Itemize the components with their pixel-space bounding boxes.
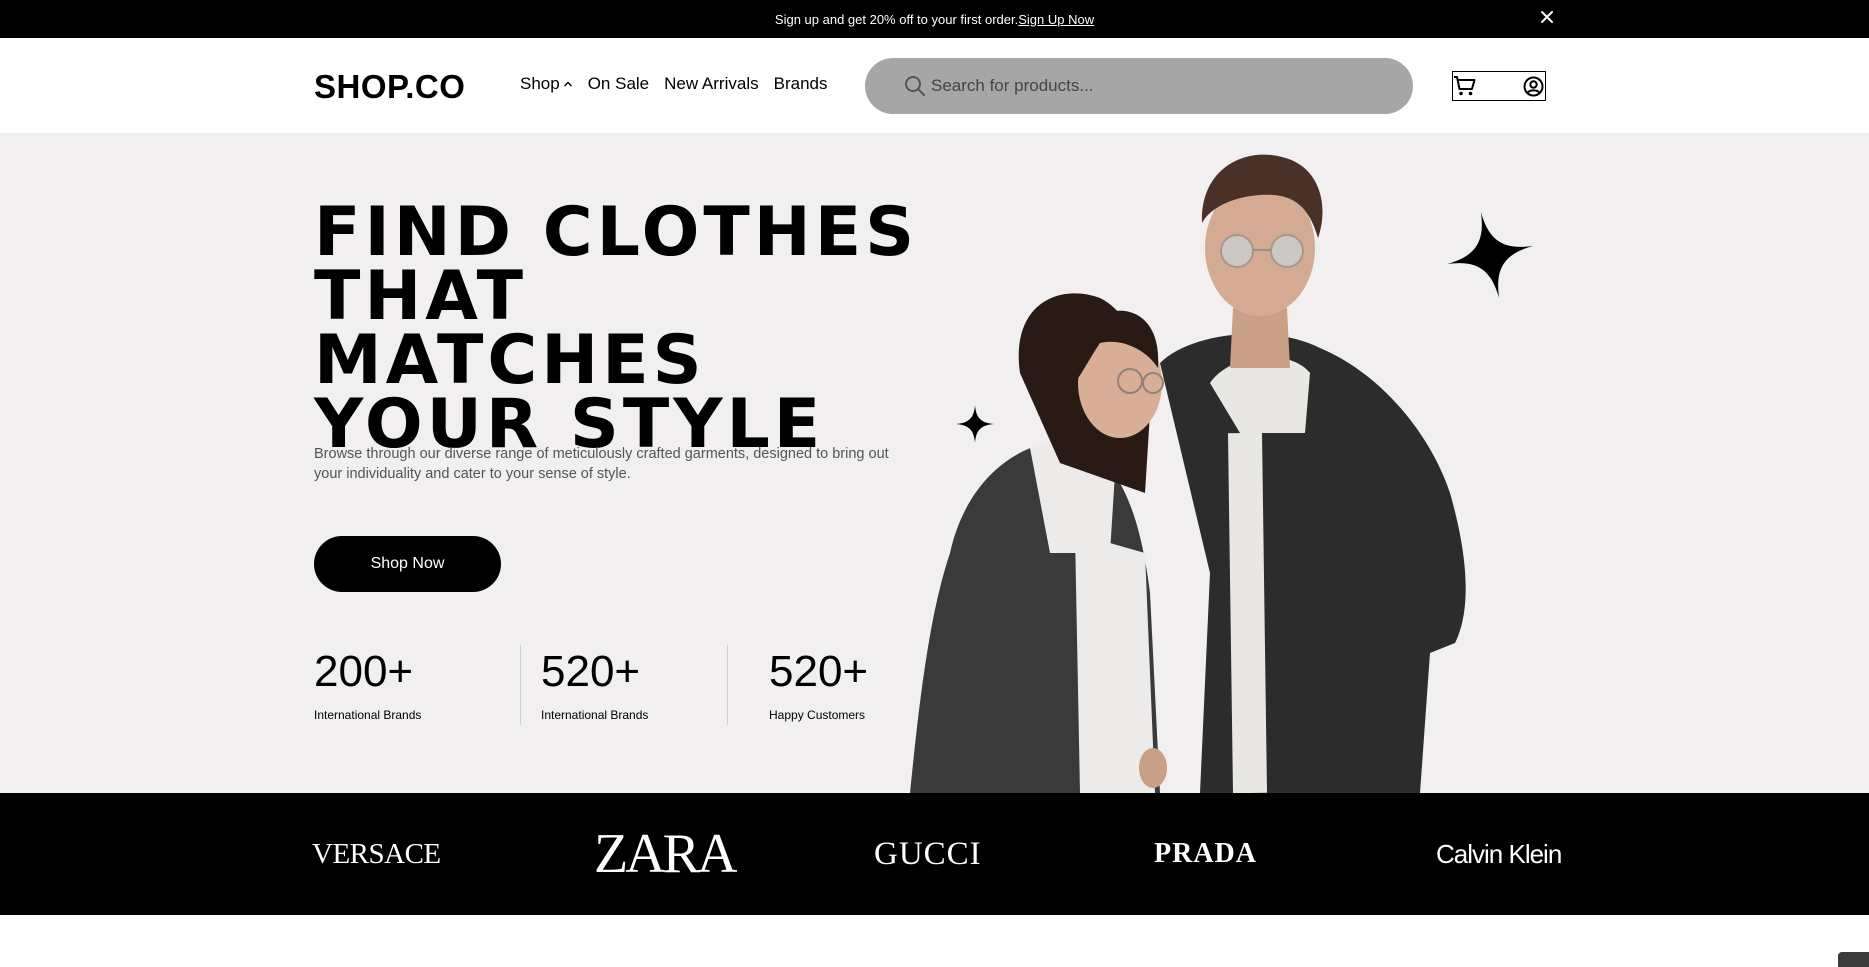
nav-item-brands[interactable]: Brands: [774, 74, 828, 94]
announcement-text: Sign up and get 20% off to your first or…: [774, 11, 1019, 27]
stat-brands: 200+ International Brands: [314, 647, 422, 723]
headline-line: FIND CLOTHES: [314, 193, 919, 272]
nav-item-label: Shop: [520, 74, 560, 93]
hero-description: Browse through our diverse range of meti…: [314, 446, 889, 482]
star-icon: [1446, 211, 1534, 299]
chat-widget-tab[interactable]: [1838, 952, 1869, 967]
brand-logo-zara[interactable]: ZARA: [594, 793, 737, 915]
stat-value: 520+: [769, 647, 869, 696]
brand-logo-prada[interactable]: PRADA: [1154, 793, 1257, 915]
stat-label: International Brands: [314, 708, 422, 722]
search-icon: [905, 76, 925, 96]
stat-label: International Brands: [541, 708, 649, 722]
announcement-message: Sign up and get 20% off to your first or…: [0, 0, 1869, 38]
chevron-up-icon: [563, 81, 572, 87]
stat-divider: [727, 645, 728, 725]
stat-customers: 520+ Happy Customers: [769, 647, 869, 723]
site-header: SHOP.CO Shop On Sale New Arrivals Brands: [0, 38, 1869, 133]
nav-item-shop[interactable]: Shop: [520, 74, 573, 94]
brand-logo-gucci[interactable]: GUCCI: [874, 793, 982, 915]
brands-strip: VERSACE ZARA GUCCI PRADA Calvin Klein: [0, 793, 1869, 915]
brand-logo-calvin-klein[interactable]: Calvin Klein: [1436, 793, 1562, 915]
announcement-bar: Sign up and get 20% off to your first or…: [0, 0, 1869, 38]
nav-item-on-sale[interactable]: On Sale: [588, 74, 649, 94]
nav-item-new-arrivals[interactable]: New Arrivals: [664, 74, 758, 94]
shop-now-button[interactable]: Shop Now: [314, 536, 501, 592]
cart-icon[interactable]: [1453, 75, 1477, 97]
user-icon[interactable]: [1523, 76, 1544, 97]
close-icon[interactable]: [1538, 8, 1556, 26]
main-nav: Shop On Sale New Arrivals Brands: [520, 74, 842, 94]
stat-value: 520+: [541, 647, 641, 696]
star-icon: [956, 405, 994, 443]
header-actions: [1452, 71, 1546, 101]
site-logo[interactable]: SHOP.CO: [314, 68, 465, 106]
stat-brands-2: 520+ International Brands: [541, 647, 649, 723]
stat-divider: [520, 645, 521, 725]
hero-section: FIND CLOTHES THAT MATCHES YOUR STYLE Bro…: [0, 133, 1869, 793]
search-bar[interactable]: [865, 58, 1413, 114]
stat-value: 200+: [314, 647, 414, 696]
stat-label: Happy Customers: [769, 708, 866, 722]
brand-logo-versace[interactable]: VERSACE: [312, 793, 441, 915]
hero-headline: FIND CLOTHES THAT MATCHES YOUR STYLE: [314, 193, 934, 459]
sign-up-link[interactable]: Sign Up Now: [1018, 12, 1094, 27]
search-input[interactable]: [931, 72, 1391, 100]
headline-line: THAT MATCHES: [314, 257, 706, 400]
